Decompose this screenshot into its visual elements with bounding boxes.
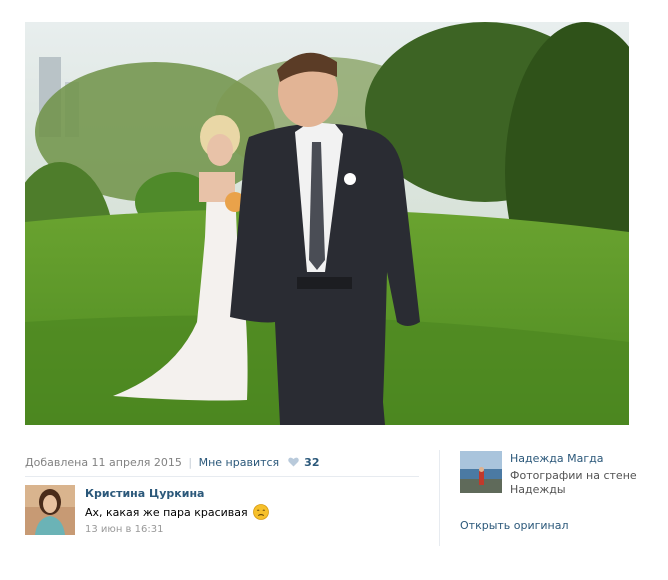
comment-author-name[interactable]: Кристина Цуркина [85, 487, 204, 500]
likes-count[interactable]: 32 [304, 456, 319, 469]
like-button[interactable]: Мне нравится [199, 456, 280, 469]
added-date: Добавлена 11 апреля 2015 [25, 456, 182, 469]
photo-meta-row: Добавлена 11 апреля 2015 | Мне нравится … [25, 456, 419, 472]
meta-divider [25, 476, 419, 477]
meta-separator: | [188, 456, 193, 469]
main-photo[interactable] [25, 22, 629, 425]
album-title-line-1: Фотографии на стене [510, 469, 637, 482]
sidebar-divider [439, 450, 440, 546]
comment-text: Ах, какая же пара красивая [85, 504, 270, 520]
album-title-line-2: Надежды [510, 483, 566, 496]
owner-name-link[interactable]: Надежда Магда [510, 452, 604, 465]
owner-avatar[interactable] [460, 451, 502, 493]
comment-timestamp[interactable]: 13 июн в 16:31 [85, 524, 163, 535]
photo-image [25, 22, 629, 425]
comment-body: Ах, какая же пара красивая [85, 506, 248, 519]
heart-icon[interactable] [287, 457, 299, 467]
sad-face-emoji-icon [253, 504, 270, 520]
comment-author-avatar[interactable] [25, 485, 75, 535]
open-original-link[interactable]: Открыть оригинал [460, 519, 569, 532]
